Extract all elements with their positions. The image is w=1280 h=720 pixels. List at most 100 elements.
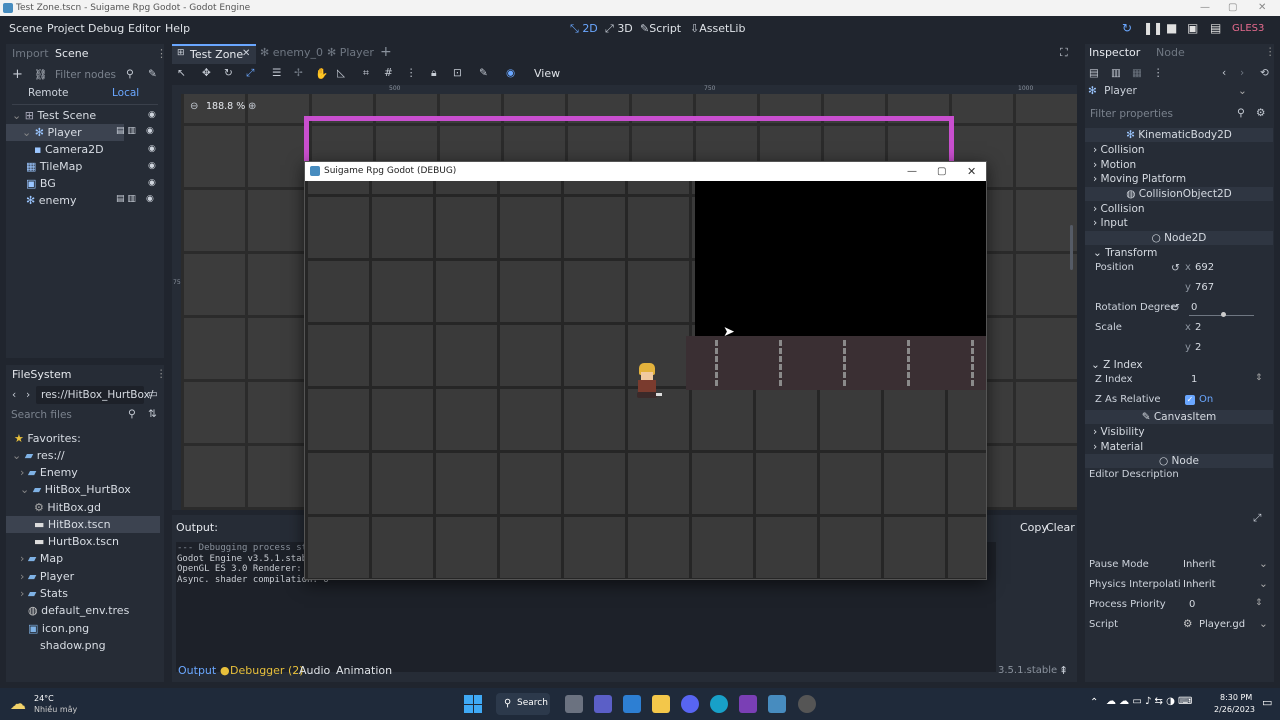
tray-chevron-icon[interactable]: ⌃	[1090, 697, 1098, 708]
visibility-icon[interactable]: ◉	[148, 158, 158, 175]
minimize-icon[interactable]: —	[1200, 0, 1210, 16]
editor-description-field[interactable]	[1089, 485, 1269, 557]
revert-icon[interactable]: ↺	[1171, 262, 1180, 274]
workspace-2d[interactable]: ⤡ 2D	[570, 22, 598, 36]
tree-node-tilemap[interactable]: ▦ TileMap ◉	[6, 158, 164, 175]
chat-icon[interactable]	[594, 695, 612, 713]
tree-node-enemy[interactable]: ✻ enemy	[6, 192, 124, 209]
view-menu[interactable]: View	[534, 67, 560, 80]
fs-res-root[interactable]: ⌄ ▰ res://	[6, 447, 160, 464]
scale-y-field[interactable]: 2	[1183, 340, 1268, 356]
section-transform[interactable]: ⌄ Transform	[1085, 245, 1273, 261]
smart-snap-icon[interactable]: ⌗	[363, 67, 369, 80]
tree-node-test-scene[interactable]: ⌄ ⊞ Test Scene ◉	[6, 107, 164, 124]
load-resource-icon[interactable]: ▥	[1111, 67, 1121, 79]
search-icon[interactable]: ⚲	[126, 68, 134, 80]
search-icon[interactable]: ⚲	[128, 408, 136, 420]
fs-file-hitbox-gd[interactable]: ⚙ HitBox.gd	[6, 499, 160, 516]
tab-audio[interactable]: Audio	[299, 664, 330, 677]
zindex-spinbox[interactable]: 1 ⇕	[1189, 372, 1269, 388]
fs-folder-player[interactable]: › ▰ Player	[6, 568, 160, 585]
snap-options-icon[interactable]: ⋮	[406, 67, 417, 79]
section-zindex[interactable]: ⌄ Z Index	[1085, 357, 1273, 373]
select-tool-icon[interactable]: ↖	[177, 67, 186, 79]
explorer-icon[interactable]	[652, 695, 670, 713]
bone-icon[interactable]: ✎	[479, 67, 488, 79]
tab-debugger[interactable]: Debugger (2)	[230, 664, 304, 677]
enemy-script-icon[interactable]: ▤ ▥	[116, 194, 136, 204]
position-y-field[interactable]: 767	[1183, 280, 1268, 296]
dock-menu-icon[interactable]: ⋮	[156, 47, 167, 60]
weather-icon[interactable]: ☁	[10, 694, 26, 713]
play-scene-icon[interactable]: ▣	[1187, 21, 1198, 35]
scale-x-field[interactable]: 2	[1183, 320, 1268, 336]
add-node-icon[interactable]: +	[12, 67, 23, 82]
script-resource-field[interactable]: ⚙ Player.gd ⌄	[1181, 617, 1269, 633]
workspace-script[interactable]: ✎Script	[640, 22, 681, 35]
renderer-label[interactable]: GLES3	[1232, 23, 1264, 34]
fs-favorites[interactable]: ★ Favorites:	[6, 430, 160, 447]
tools-icon[interactable]: ⚙	[1256, 107, 1265, 119]
clear-button[interactable]: Clear	[1046, 521, 1075, 534]
tree-node-player[interactable]: ⌄ ✻ Player	[6, 124, 124, 141]
history-forward-icon[interactable]: ›	[1240, 67, 1244, 79]
script-attach-icon[interactable]: ✎	[148, 68, 157, 80]
group-icon[interactable]: ⊡	[453, 67, 462, 79]
skeleton-icon[interactable]: ◉	[506, 67, 515, 79]
section-collision[interactable]: › Collision	[1085, 142, 1273, 158]
minimize-icon[interactable]: —	[907, 162, 917, 181]
close-icon[interactable]: ✕	[967, 162, 976, 181]
fs-file-hurtbox-tscn[interactable]: ▬ HurtBox.tscn	[6, 533, 160, 550]
github-icon[interactable]	[798, 695, 816, 713]
player-visibility-icon[interactable]: ◉	[146, 126, 154, 136]
more-options-icon[interactable]: ⋮	[1153, 67, 1164, 79]
maximize-icon[interactable]: ▢	[1228, 0, 1237, 16]
close-icon[interactable]: ✕	[1258, 0, 1266, 16]
pan-tool-icon[interactable]: ✋	[315, 67, 328, 80]
viewport-scrollbar[interactable]	[1070, 225, 1073, 270]
tab-node[interactable]: Node	[1156, 46, 1185, 59]
menu-editor[interactable]: Editor	[128, 22, 161, 35]
physics-interp-select[interactable]: Inherit ⌄	[1181, 577, 1269, 593]
pause-mode-select[interactable]: Inherit ⌄	[1181, 557, 1269, 573]
grid-snap-icon[interactable]: #	[384, 67, 393, 79]
onenote-icon[interactable]	[739, 695, 757, 713]
workspace-3d[interactable]: ⤢ 3D	[605, 22, 633, 36]
split-view-icon[interactable]: ▭	[148, 388, 158, 400]
remote-button[interactable]: Remote	[28, 87, 69, 99]
fs-file-icon-png[interactable]: ▣ icon.png	[6, 620, 160, 637]
tab-test-zone[interactable]: ⊞ Test Zone ✕	[172, 44, 256, 64]
visibility-icon[interactable]: ◉	[148, 141, 158, 158]
filter-properties-input[interactable]: Filter properties	[1085, 105, 1235, 123]
tab-enemy[interactable]: ✻ enemy_0	[260, 46, 323, 59]
discord-icon[interactable]	[681, 695, 699, 713]
scale-tool-icon[interactable]: ⤢	[246, 67, 254, 80]
object-selector[interactable]: ✻ Player ⌄	[1088, 85, 1248, 101]
history-back-icon[interactable]: ‹	[1222, 67, 1226, 79]
vscode-icon[interactable]	[623, 695, 641, 713]
dock-menu-icon[interactable]: ⋮	[156, 368, 167, 380]
save-resource-icon[interactable]: ▦	[1132, 67, 1142, 79]
path-field[interactable]: res://HitBox_HurtBox/	[36, 386, 153, 404]
copy-button[interactable]: Copy	[1020, 521, 1048, 534]
tab-inspector[interactable]: Inspector	[1089, 46, 1140, 59]
search-icon[interactable]: ⚲	[1237, 107, 1245, 119]
local-button[interactable]: Local	[112, 87, 139, 99]
section-input[interactable]: › Input	[1085, 215, 1273, 231]
new-resource-icon[interactable]: ▤	[1089, 67, 1099, 79]
ruler-tool-icon[interactable]: ◺	[337, 67, 345, 79]
history-icon[interactable]: ⟲	[1260, 67, 1269, 79]
dock-menu-icon[interactable]: ⋮	[1265, 46, 1276, 58]
game-window-titlebar[interactable]: Suigame Rpg Godot (DEBUG) — ▢ ✕	[305, 162, 986, 181]
start-button[interactable]	[464, 695, 482, 713]
link-icon[interactable]: ⛓	[34, 68, 47, 81]
forward-icon[interactable]: ›	[26, 389, 30, 401]
taskbar-search[interactable]: ⚲ Search	[496, 693, 550, 715]
fs-file-shadow-png[interactable]: shadow.png	[6, 637, 160, 654]
edge-icon[interactable]	[710, 695, 728, 713]
sort-icon[interactable]: ⇅	[148, 408, 157, 420]
process-priority-spinbox[interactable]: 0 ⇕	[1189, 597, 1269, 613]
section-visibility[interactable]: › Visibility	[1085, 424, 1273, 440]
tab-import[interactable]: Import	[12, 47, 49, 60]
search-files-input[interactable]: Search files	[6, 406, 128, 424]
